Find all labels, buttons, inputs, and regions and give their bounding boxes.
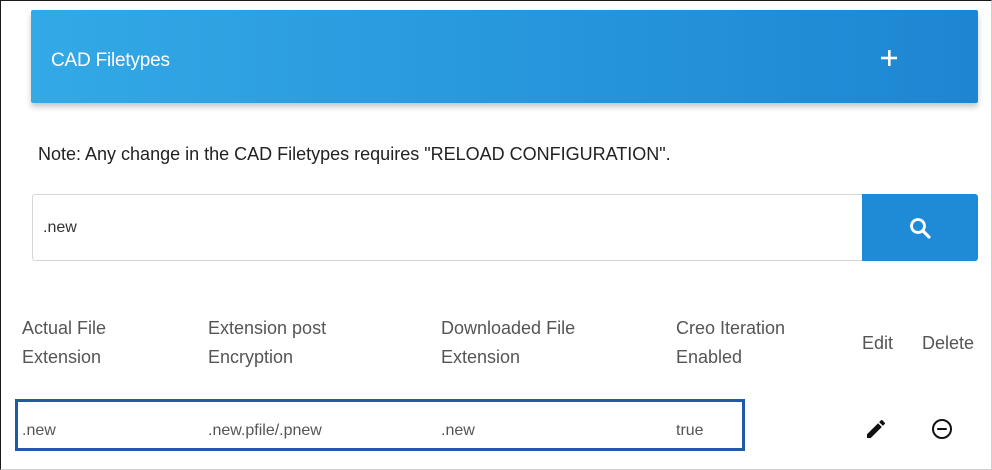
page-header: CAD Filetypes bbox=[31, 10, 978, 103]
cell-creo-iteration: true bbox=[676, 422, 704, 439]
cell-actual-extension: .new bbox=[22, 422, 56, 439]
cell-downloaded-extension: .new bbox=[441, 422, 475, 439]
reload-note: Note: Any change in the CAD Filetypes re… bbox=[38, 144, 671, 164]
column-header-delete: Delete bbox=[922, 333, 975, 353]
column-header-downloaded-extension: Downloaded File Extension bbox=[441, 318, 576, 367]
delete-button[interactable] bbox=[930, 417, 954, 446]
column-header-encryption-extension: Extension post Encryption bbox=[208, 318, 327, 367]
table-row-highlight[interactable] bbox=[15, 399, 745, 451]
search-icon bbox=[910, 217, 931, 239]
search-bar bbox=[32, 194, 978, 263]
plus-icon bbox=[881, 50, 897, 66]
edit-button[interactable] bbox=[864, 417, 888, 446]
column-header-edit: Edit bbox=[862, 333, 894, 353]
column-header-actual-extension: Actual File Extension bbox=[22, 318, 107, 367]
add-filetype-button[interactable] bbox=[869, 38, 909, 78]
search-button[interactable] bbox=[862, 194, 978, 261]
page-title: CAD Filetypes bbox=[51, 50, 170, 71]
pencil-icon bbox=[867, 419, 886, 438]
minus-circle-icon bbox=[932, 419, 952, 439]
column-header-creo-iteration: Creo Iteration Enabled bbox=[676, 318, 786, 367]
search-input[interactable] bbox=[32, 194, 862, 261]
cell-encryption-extension: .new.pfile/.pnew bbox=[208, 422, 322, 439]
